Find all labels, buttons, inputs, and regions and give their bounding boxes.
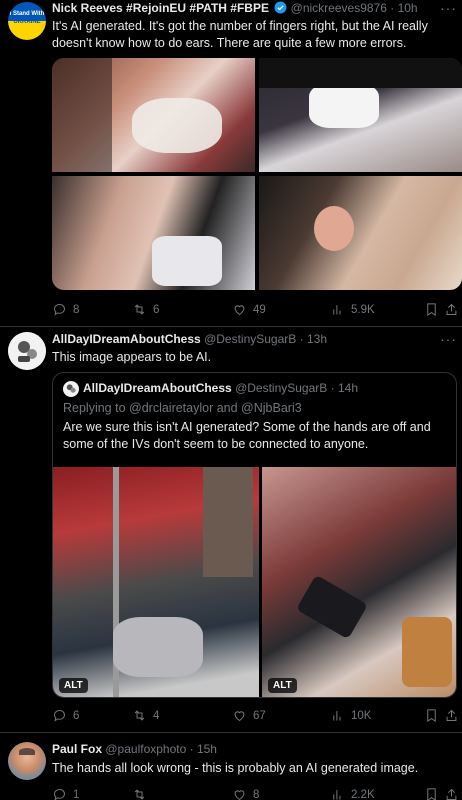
bookmark-button[interactable] <box>424 787 439 800</box>
avatar[interactable] <box>8 332 46 370</box>
author-handle[interactable]: @nickreeves9876 <box>291 1 387 15</box>
quote-author-name: AllDayIDreamAboutChess <box>83 381 232 395</box>
retweet-button[interactable]: 4 <box>132 708 159 723</box>
timestamp[interactable]: · 10h <box>390 1 417 15</box>
view-count: 5.9K <box>351 303 375 316</box>
reply-button[interactable]: 6 <box>52 708 79 723</box>
tweet-nick-reeves[interactable]: I Stand With UKRAINE Nick Reeves #Rejoin… <box>0 0 462 326</box>
share-icon <box>446 788 457 800</box>
heart-icon <box>234 305 245 316</box>
alt-badge[interactable]: ALT <box>268 678 297 693</box>
views-button[interactable]: 10K <box>330 708 371 723</box>
reply-icon <box>54 710 65 722</box>
quoted-tweet[interactable]: AllDayIDreamAboutChess @DestinySugarB · … <box>52 372 457 698</box>
more-options-button[interactable]: ··· <box>440 331 457 347</box>
chess-avatar-icon <box>8 332 46 370</box>
like-button[interactable]: 8 <box>232 787 259 800</box>
quote-avatar <box>63 381 79 397</box>
more-options-button[interactable]: ··· <box>440 0 457 16</box>
tweet-actions: 8 6 49 5.9K <box>52 302 457 320</box>
badge-text: I Stand With UKRAINE <box>9 11 45 25</box>
view-count: 10K <box>351 709 372 722</box>
alt-badge[interactable]: ALT <box>59 678 88 693</box>
views-button[interactable]: 5.9K <box>330 302 375 317</box>
tweet-header: AllDayIDreamAboutChess @DestinySugarB · … <box>52 332 327 346</box>
timestamp[interactable]: · 13h <box>300 332 327 346</box>
quote-text: Are we sure this isn't AI generated? Som… <box>63 420 431 451</box>
reply-button[interactable]: 8 <box>52 302 79 317</box>
views-icon <box>333 711 341 721</box>
tweet-header: Nick Reeves #RejoinEU #PATH #FBPE @nickr… <box>52 1 418 15</box>
tweet-header: Paul Fox @paulfoxphoto · 15h <box>52 742 217 756</box>
like-button[interactable]: 67 <box>232 708 266 723</box>
retweet-count: 6 <box>153 303 160 316</box>
quote-media-image-1[interactable]: ALT <box>53 467 259 697</box>
author-handle[interactable]: @DestinySugarB <box>204 332 296 346</box>
bookmark-button[interactable] <box>424 708 439 723</box>
bookmark-icon <box>427 303 436 317</box>
reply-count: 1 <box>73 788 80 800</box>
tweet-text: This image appears to be AI. <box>52 350 212 364</box>
bookmark-button[interactable] <box>424 302 439 317</box>
quote-media-image-2[interactable]: ALT <box>262 467 456 697</box>
quote-timestamp: · 14h <box>330 381 358 395</box>
avatar[interactable]: I Stand With UKRAINE <box>8 2 46 40</box>
tweet-actions: 1 8 2.2K <box>52 787 457 800</box>
author-name[interactable]: Nick Reeves #RejoinEU #PATH #FBPE <box>52 1 269 15</box>
avatar[interactable] <box>8 742 46 780</box>
reply-icon <box>54 789 65 800</box>
like-count: 49 <box>253 303 266 316</box>
media-image-3[interactable] <box>52 176 255 290</box>
retweet-button[interactable] <box>132 787 147 800</box>
retweet-icon <box>134 304 145 315</box>
tweet-text: The hands all look wrong - this is proba… <box>52 761 419 775</box>
reply-button[interactable]: 1 <box>52 787 79 800</box>
media-image-4[interactable] <box>259 176 462 290</box>
retweet-count: 4 <box>153 709 160 722</box>
view-count: 2.2K <box>351 788 375 800</box>
chess-avatar-icon <box>66 384 76 393</box>
reply-icon <box>54 304 65 316</box>
like-count: 67 <box>253 709 266 722</box>
tweet-text: It's AI generated. It's got the number o… <box>52 19 428 50</box>
views-icon <box>333 305 341 315</box>
author-name[interactable]: Paul Fox <box>52 742 102 756</box>
media-image-2[interactable] <box>259 58 462 172</box>
share-button[interactable] <box>444 302 459 317</box>
quote-replying-to: Replying to @drclairetaylor and @NjbBari… <box>63 401 302 415</box>
views-button[interactable]: 2.2K <box>330 787 375 800</box>
quote-author-handle: @DestinySugarB <box>235 381 328 395</box>
share-button[interactable] <box>444 708 459 723</box>
author-name[interactable]: AllDayIDreamAboutChess <box>52 332 201 346</box>
bookmark-icon <box>427 788 436 800</box>
like-count: 8 <box>253 788 260 800</box>
reply-count: 8 <box>73 303 80 316</box>
retweet-icon <box>134 710 145 721</box>
author-handle[interactable]: @paulfoxphoto <box>105 742 186 756</box>
reply-count: 6 <box>73 709 80 722</box>
timestamp[interactable]: · 15h <box>190 742 217 756</box>
media-image-1[interactable] <box>52 58 255 172</box>
share-icon <box>446 303 457 315</box>
share-icon <box>446 709 457 721</box>
views-icon <box>333 790 341 800</box>
tweet-actions: 6 4 67 10K <box>52 708 457 726</box>
bookmark-icon <box>427 709 436 723</box>
verified-badge-icon <box>274 1 287 14</box>
like-button[interactable]: 49 <box>232 302 266 317</box>
retweet-icon <box>134 789 145 800</box>
quote-header: AllDayIDreamAboutChess @DestinySugarB · … <box>83 381 358 395</box>
heart-icon <box>234 711 245 722</box>
share-button[interactable] <box>444 787 459 800</box>
retweet-button[interactable]: 6 <box>132 302 159 317</box>
heart-icon <box>234 790 245 800</box>
